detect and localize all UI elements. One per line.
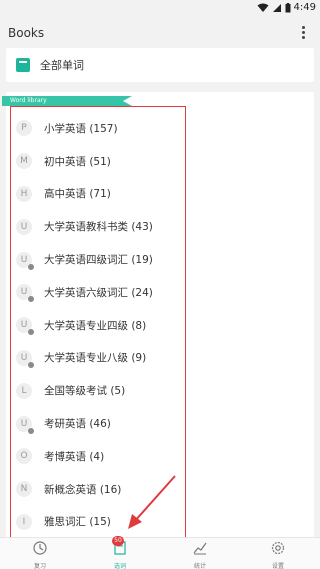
wifi-icon: [257, 3, 269, 12]
status-time: 4:49: [293, 2, 316, 13]
page-title: Books: [8, 26, 45, 40]
ribbon-label: Word library: [10, 97, 47, 104]
battery-icon: [285, 2, 291, 12]
new-count-badge: 50: [112, 536, 124, 546]
word-library-ribbon: Word library: [2, 96, 132, 106]
book-icon: [16, 58, 30, 72]
tab-settings[interactable]: 设置: [258, 540, 298, 569]
tab-review[interactable]: 复习: [20, 540, 60, 569]
all-words-label: 全部单词: [40, 59, 84, 72]
tab-label: 统计: [193, 563, 206, 569]
all-words-button[interactable]: 全部单词: [6, 48, 314, 82]
chart-icon: [193, 542, 207, 555]
clock-icon: [33, 541, 47, 555]
tab-statistics[interactable]: 统计: [180, 540, 220, 569]
signal-icon: [272, 3, 281, 12]
tab-label: 复习: [33, 563, 46, 569]
tab-label: 选词: [113, 563, 126, 569]
bottom-nav: 复习 50 选词 统计 设置: [0, 536, 320, 569]
gear-icon: [271, 541, 285, 555]
annotation-arrow-icon: [128, 475, 176, 529]
overflow-menu-icon[interactable]: [298, 22, 308, 42]
status-bar: 4:49: [0, 0, 320, 18]
app-bar: Books: [0, 20, 320, 48]
tab-select-words[interactable]: 50 选词: [100, 536, 140, 569]
tab-label: 设置: [271, 563, 284, 569]
